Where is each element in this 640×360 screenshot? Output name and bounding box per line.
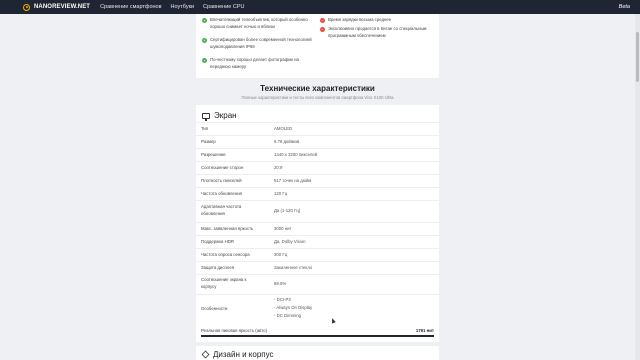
nav-link-cpu[interactable]: Сравнение CPU — [203, 4, 244, 10]
main-nav: Сравнение смартфонов Ноутбуки Сравнение … — [100, 4, 253, 10]
con-item: − Эксклюзивно продается в Китае со специ… — [320, 26, 427, 38]
spec-row: Соотношение сторон 20:9 — [196, 161, 439, 174]
spec-row: Частота обновления 120 Гц — [196, 187, 439, 200]
brightness-bar — [201, 335, 434, 337]
feature-item: - Always On Display — [274, 305, 313, 310]
spec-row: Соотношение экрана к корпусу 89.5% — [196, 274, 439, 294]
nav-link-smartphones[interactable]: Сравнение смартфонов — [100, 4, 161, 10]
spec-row: Тип AMOLED — [196, 122, 439, 135]
spec-label: Частота опроса сенсора — [201, 252, 250, 257]
plus-icon: + — [202, 38, 207, 43]
spec-label: Плотность пикселей — [201, 178, 242, 183]
spec-label: Соотношение экрана к корпусу — [201, 277, 247, 289]
logo-text: NANOREVIEW.NET — [34, 4, 91, 10]
monitor-icon — [202, 112, 210, 121]
spec-label: Соотношение сторон — [201, 165, 244, 170]
pro-item: + Сертифицирован более современной техно… — [202, 37, 312, 49]
spec-label: Защита дисплея — [201, 265, 235, 270]
spec-label: Тип — [201, 126, 209, 131]
plus-icon: + — [202, 58, 207, 63]
spec-value: 300 Гц — [274, 252, 288, 257]
card-header: Дизайн и корпус — [201, 350, 274, 359]
spec-label: Макс. заявленная яркость — [201, 226, 254, 231]
spec-row: Поддержка HDR Да, Dolby Vision — [196, 235, 439, 248]
spec-value: 3000 нит — [274, 226, 292, 231]
spec-row: Адаптивная частота обновления Да (1-120 … — [196, 200, 439, 222]
cube-icon — [201, 350, 210, 359]
plus-icon: + — [202, 18, 207, 23]
card-header: Экран — [202, 111, 237, 121]
spec-value: 6.78 дюймов — [274, 139, 300, 144]
spec-row-features: Особенности - DCI-P3 - Always On Display… — [196, 294, 439, 324]
page-scrollbar[interactable] — [635, 14, 640, 360]
pros-cons-card: + Впечатляющий телеобъектив, который осо… — [196, 14, 439, 78]
spec-value: Закаленное стекло — [274, 265, 313, 270]
minus-icon: − — [320, 18, 325, 23]
spec-value: 1440 x 3200 пикселей — [274, 152, 318, 157]
section-title: Технические характеристики — [260, 84, 375, 93]
spec-value: 120 Гц — [274, 191, 288, 196]
spec-label: Адаптивная частота обновления — [201, 204, 242, 216]
spec-value: 89.5% — [274, 281, 287, 286]
spec-value: Да, Dolby Vision — [274, 239, 306, 244]
brightness-value: 1791 нит — [415, 328, 434, 333]
spec-value: Да (1-120 Гц) — [274, 208, 301, 213]
spec-label: Размер — [201, 139, 216, 144]
spec-row: Макс. заявленная яркость 3000 нит — [196, 222, 439, 235]
scrollbar-thumb[interactable] — [636, 32, 639, 82]
section-subtitle: Полные характеристики и тесты всех компо… — [241, 95, 394, 100]
spec-value: 517 точек на дюйм — [274, 178, 312, 183]
minus-icon: − — [320, 27, 325, 32]
brightness-label: Реальная пиковая яркость (авто) — [201, 328, 268, 333]
feature-item: - DC Dimming — [274, 313, 301, 318]
pro-item: + Впечатляющий телеобъектив, который осо… — [202, 17, 308, 29]
logo-icon — [23, 3, 30, 11]
feature-item: - DCI-P3 — [274, 297, 291, 302]
peak-brightness: Реальная пиковая яркость (авто) 1791 нит — [201, 328, 434, 333]
design-card: Дизайн и корпус — [196, 346, 439, 360]
spec-label: Частота обновления — [201, 191, 242, 196]
card-title: Дизайн и корпус — [213, 350, 274, 359]
spec-value: AMOLED — [274, 126, 293, 131]
con-item: − Время зарядки весьма среднее — [320, 17, 392, 23]
spec-row: Размер 6.78 дюймов — [196, 135, 439, 148]
spec-value: 20:9 — [274, 165, 283, 170]
nav-link-laptops[interactable]: Ноутбуки — [171, 4, 195, 10]
card-title: Экран — [214, 111, 237, 120]
spec-row: Частота опроса сенсора 300 Гц — [196, 248, 439, 261]
spec-row: Разрешение 1440 x 3200 пикселей — [196, 148, 439, 161]
top-navbar: NANOREVIEW.NET Сравнение смартфонов Ноут… — [0, 0, 640, 14]
spec-label: Поддержка HDR — [201, 239, 234, 244]
spec-row: Защита дисплея Закаленное стекло — [196, 261, 439, 274]
spec-label: Особенности — [201, 306, 228, 311]
spec-label: Разрешение — [201, 152, 226, 157]
pro-item: + По-честному хорошо делает фотографии н… — [202, 57, 299, 69]
beta-badge: Beta — [618, 4, 630, 10]
spec-row: Плотность пикселей 517 точек на дюйм — [196, 174, 439, 187]
site-logo[interactable]: NANOREVIEW.NET — [23, 3, 91, 11]
screen-specs-card: Экран Тип AMOLED Размер 6.78 дюймов Разр… — [196, 105, 439, 342]
